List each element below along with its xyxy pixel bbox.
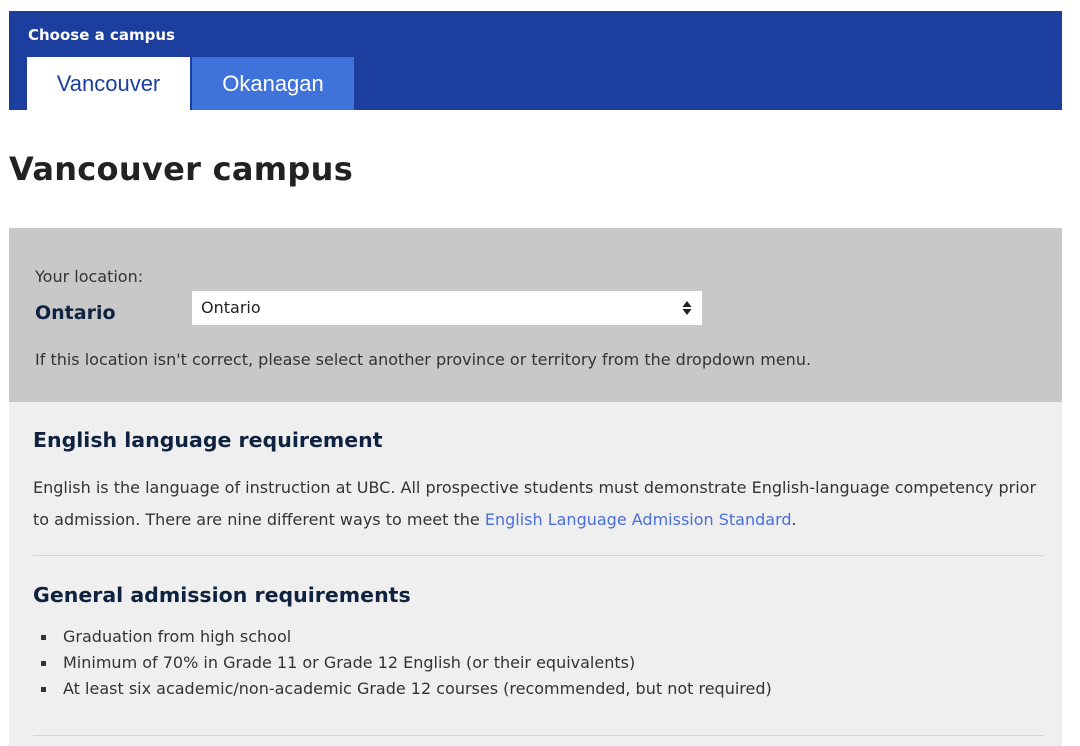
list-item-text: Minimum of 70% in Grade 11 or Grade 12 E… (63, 653, 636, 672)
english-requirement-text: English is the language of instruction a… (33, 472, 1043, 536)
current-location: Ontario (35, 302, 116, 324)
square-bullet-icon (41, 661, 46, 666)
province-select-value: Ontario (201, 298, 261, 317)
square-bullet-icon (41, 687, 46, 692)
list-item-text: At least six academic/non-academic Grade… (63, 679, 772, 698)
section-divider (33, 735, 1043, 736)
requirements-panel: English language requirement English is … (9, 402, 1062, 746)
location-label: Your location: (35, 267, 144, 286)
location-panel: Your location: Ontario Ontario If this l… (9, 228, 1062, 402)
list-item-text: Graduation from high school (63, 627, 292, 646)
tab-vancouver[interactable]: Vancouver (27, 57, 190, 110)
english-language-admission-standard-link[interactable]: English Language Admission Standard (485, 510, 792, 529)
campus-selector-title: Choose a campus (28, 26, 175, 44)
general-requirements-list: Graduation from high school Minimum of 7… (33, 624, 772, 702)
list-item: Graduation from high school (33, 624, 772, 650)
english-requirement-heading: English language requirement (33, 428, 383, 452)
square-bullet-icon (41, 635, 46, 640)
general-requirements-heading: General admission requirements (33, 583, 411, 607)
list-item: At least six academic/non-academic Grade… (33, 676, 772, 702)
section-divider (33, 555, 1043, 556)
campus-selector: Choose a campus Vancouver Okanagan (9, 11, 1062, 110)
location-note: If this location isn't correct, please s… (35, 350, 812, 369)
english-requirement-body-end: . (791, 510, 797, 529)
tab-okanagan[interactable]: Okanagan (192, 57, 354, 110)
page-title: Vancouver campus (9, 150, 354, 188)
select-arrows-icon (682, 301, 692, 315)
province-select[interactable]: Ontario (192, 291, 702, 325)
list-item: Minimum of 70% in Grade 11 or Grade 12 E… (33, 650, 772, 676)
